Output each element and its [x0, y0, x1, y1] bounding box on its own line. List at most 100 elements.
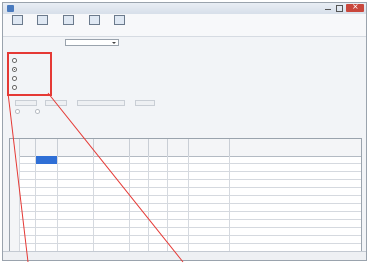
table-cell[interactable] [168, 156, 189, 164]
table-cell[interactable] [94, 180, 130, 188]
grid-column-header[interactable] [189, 139, 230, 156]
table-cell[interactable] [149, 212, 168, 220]
table-cell[interactable] [130, 236, 149, 244]
table-cell[interactable] [230, 196, 361, 204]
data-grid[interactable] [9, 138, 362, 252]
table-cell[interactable] [168, 196, 189, 204]
table-cell[interactable] [58, 172, 94, 180]
table-cell[interactable] [20, 180, 36, 188]
grid-column-header[interactable] [149, 139, 168, 156]
table-cell[interactable] [58, 188, 94, 196]
table-cell[interactable] [230, 204, 361, 212]
table-cell[interactable] [94, 188, 130, 196]
table-cell[interactable] [189, 212, 230, 220]
disabled-button[interactable] [77, 100, 125, 106]
table-cell[interactable] [189, 236, 230, 244]
grid-column-header[interactable] [20, 139, 36, 156]
table-cell[interactable] [149, 180, 168, 188]
table-cell[interactable] [94, 236, 130, 244]
table-cell[interactable] [20, 196, 36, 204]
grid-column-header[interactable] [168, 139, 189, 156]
table-cell[interactable] [94, 220, 130, 228]
table-cell[interactable] [130, 220, 149, 228]
table-cell[interactable] [168, 188, 189, 196]
table-cell[interactable] [149, 172, 168, 180]
table-cell[interactable] [168, 212, 189, 220]
table-cell[interactable] [189, 172, 230, 180]
grid-column-header[interactable] [230, 139, 361, 156]
table-cell[interactable] [130, 204, 149, 212]
table-cell[interactable] [130, 180, 149, 188]
table-cell[interactable] [58, 228, 94, 236]
table-cell[interactable] [168, 172, 189, 180]
table-cell[interactable] [20, 172, 36, 180]
grid-column-header[interactable] [36, 139, 58, 156]
table-cell[interactable] [36, 172, 58, 180]
table-cell[interactable] [130, 228, 149, 236]
toolbar-button-table[interactable] [84, 15, 104, 35]
table-cell[interactable] [230, 212, 361, 220]
table-cell[interactable] [20, 164, 36, 172]
table-cell[interactable] [20, 212, 36, 220]
table-cell[interactable] [20, 188, 36, 196]
table-cell[interactable] [189, 204, 230, 212]
table-cell[interactable] [149, 236, 168, 244]
grid-column-header[interactable] [58, 139, 94, 156]
table-cell[interactable] [189, 180, 230, 188]
table-cell[interactable] [149, 228, 168, 236]
toolbar-button-save[interactable] [32, 15, 52, 35]
table-cell[interactable] [149, 220, 168, 228]
table-cell[interactable] [94, 212, 130, 220]
table-cell[interactable] [36, 212, 58, 220]
table-cell[interactable] [189, 164, 230, 172]
table-cell[interactable] [130, 196, 149, 204]
table-cell[interactable] [58, 220, 94, 228]
table-cell[interactable] [168, 220, 189, 228]
table-cell[interactable] [230, 188, 361, 196]
table-cell[interactable] [130, 188, 149, 196]
table-cell[interactable] [149, 204, 168, 212]
table-cell[interactable] [58, 156, 94, 164]
table-cell[interactable] [58, 164, 94, 172]
table-cell[interactable] [230, 156, 361, 164]
table-cell[interactable] [189, 196, 230, 204]
table-cell[interactable] [94, 196, 130, 204]
disabled-button[interactable] [45, 100, 67, 106]
table-cell[interactable] [20, 220, 36, 228]
radio-option-3[interactable] [12, 75, 52, 83]
table-cell[interactable] [189, 156, 230, 164]
table-cell[interactable] [36, 228, 58, 236]
table-cell[interactable] [168, 236, 189, 244]
table-cell[interactable] [130, 212, 149, 220]
table-cell[interactable] [230, 228, 361, 236]
table-cell[interactable] [36, 180, 58, 188]
disabled-button[interactable] [15, 100, 37, 106]
table-cell[interactable] [230, 220, 361, 228]
table-cell[interactable] [58, 180, 94, 188]
table-cell[interactable] [20, 236, 36, 244]
table-cell[interactable] [36, 204, 58, 212]
table-cell[interactable] [230, 172, 361, 180]
table-cell[interactable] [20, 228, 36, 236]
table-cell[interactable] [94, 228, 130, 236]
table-cell[interactable] [36, 236, 58, 244]
table-cell[interactable] [94, 204, 130, 212]
table-cell[interactable] [94, 164, 130, 172]
table-cell[interactable] [20, 204, 36, 212]
table-cell[interactable] [130, 172, 149, 180]
toolbar-button-copy[interactable] [58, 15, 78, 35]
close-icon[interactable] [346, 3, 364, 12]
table-cell[interactable] [168, 164, 189, 172]
grid-column-header[interactable] [10, 139, 20, 156]
table-cell[interactable] [130, 156, 149, 164]
table-cell[interactable] [58, 196, 94, 204]
radio-option-4[interactable] [12, 84, 52, 92]
table-cell[interactable] [94, 156, 130, 164]
table-cell[interactable] [230, 236, 361, 244]
table-cell[interactable] [20, 156, 36, 164]
toolbar-button-export[interactable] [109, 15, 129, 35]
table-cell[interactable] [189, 228, 230, 236]
table-cell[interactable] [168, 228, 189, 236]
options-dropdown[interactable] [65, 39, 119, 46]
table-cell[interactable] [36, 156, 58, 164]
